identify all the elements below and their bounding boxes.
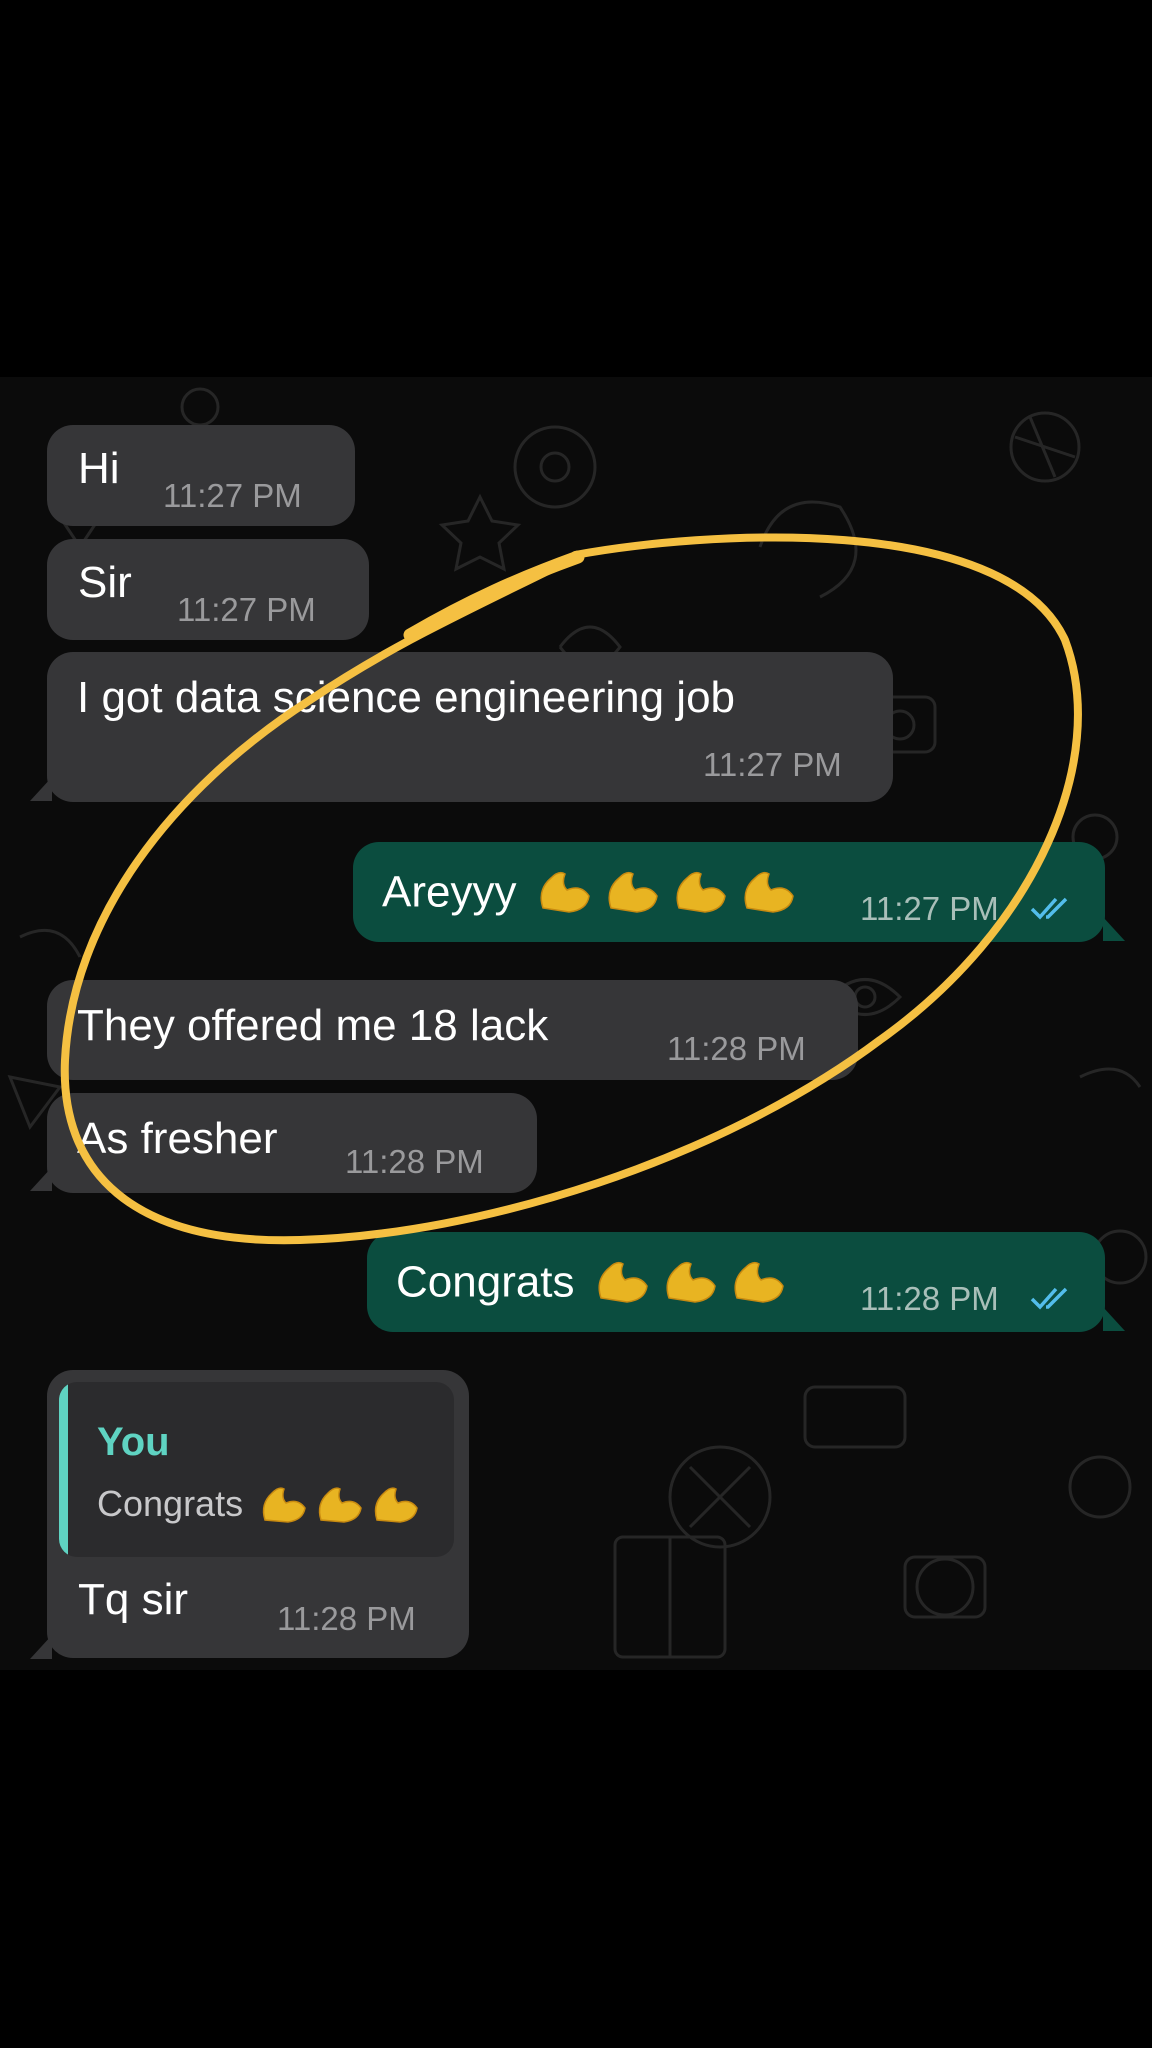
- read-receipt-double-check-icon: [1030, 1287, 1068, 1310]
- quote-accent-bar: [59, 1382, 68, 1557]
- message-text: They offered me 18 lack: [77, 1001, 549, 1050]
- message-timestamp: 11:27 PM: [163, 477, 302, 514]
- message-text: Sir: [78, 558, 132, 607]
- bubble-tail: [1103, 1307, 1125, 1331]
- bubble-tail: [1103, 917, 1125, 941]
- flexed-biceps-emoji-group: [259, 1480, 424, 1533]
- flexed-biceps-emoji-group: [593, 1254, 793, 1316]
- message-timestamp: 11:27 PM: [177, 591, 316, 628]
- message-timestamp: 11:27 PM: [860, 890, 999, 927]
- message-text: As fresher: [77, 1114, 278, 1163]
- message-text: Areyyy: [382, 864, 805, 926]
- message-bubble-outgoing[interactable]: Areyyy 11:27 PM: [353, 842, 1105, 942]
- chat-area: Hi 11:27 PM Sir 11:27 PM I got data scie…: [0, 377, 1152, 1670]
- message-text: Congrats: [396, 1254, 793, 1316]
- quoted-message[interactable]: You Congrats: [59, 1382, 454, 1557]
- flexed-biceps-emoji-group: [535, 864, 805, 926]
- message-bubble-outgoing[interactable]: Congrats 11:28 PM: [367, 1232, 1105, 1332]
- message-timestamp: 11:27 PM: [703, 746, 842, 783]
- message-bubble-incoming[interactable]: Hi 11:27 PM: [47, 425, 355, 526]
- message-bubble-incoming-reply[interactable]: You Congrats Tq sir 11:28 PM: [47, 1370, 469, 1658]
- message-text: Hi: [78, 444, 120, 493]
- message-timestamp: 11:28 PM: [277, 1600, 416, 1637]
- message-text: I got data science engineering job: [77, 673, 736, 722]
- message-bubble-incoming[interactable]: As fresher 11:28 PM: [47, 1093, 537, 1193]
- message-timestamp: 11:28 PM: [345, 1143, 484, 1180]
- message-timestamp: 11:28 PM: [860, 1280, 999, 1317]
- bubble-tail: [30, 1167, 52, 1191]
- message-text: Tq sir: [78, 1575, 188, 1624]
- message-bubble-incoming[interactable]: They offered me 18 lack 11:28 PM: [47, 980, 858, 1080]
- quoted-message-text: Congrats: [97, 1480, 424, 1533]
- read-receipt-double-check-icon: [1030, 897, 1068, 920]
- message-timestamp: 11:28 PM: [667, 1030, 806, 1067]
- bubble-tail: [30, 777, 52, 801]
- message-bubble-incoming[interactable]: I got data science engineering job 11:27…: [47, 652, 893, 802]
- message-bubble-incoming[interactable]: Sir 11:27 PM: [47, 539, 369, 640]
- bubble-tail: [30, 1635, 52, 1659]
- quoted-message-author: You: [97, 1420, 170, 1464]
